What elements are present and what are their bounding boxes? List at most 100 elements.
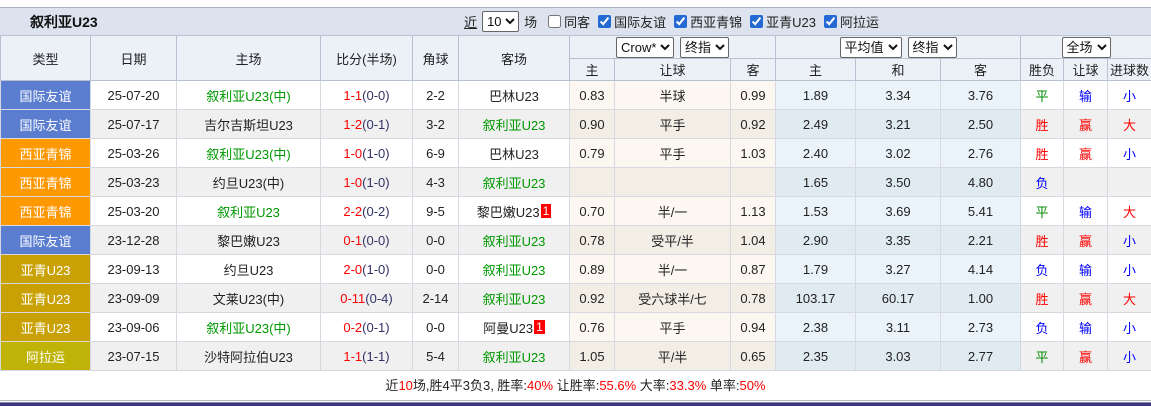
ah-away-odds: 0.92 [731, 110, 776, 139]
fulltime-score: 1-0 [343, 146, 362, 161]
result-overunder: 大 [1108, 284, 1151, 313]
away-team-link[interactable]: 巴林U23 [489, 147, 539, 162]
away-team-cell: 阿曼U231 [459, 313, 570, 342]
home-team-cell: 叙利亚U23(中) [177, 81, 321, 110]
home-team-link[interactable]: 约旦U23 [224, 263, 274, 278]
league-filter-checkbox[interactable] [750, 15, 763, 28]
result-overunder: 小 [1108, 226, 1151, 255]
result-overunder: 小 [1108, 313, 1151, 342]
bookmaker-select[interactable]: Crow* [616, 37, 674, 58]
eu-away-odds: 2.50 [941, 110, 1021, 139]
col-away: 客场 [459, 36, 570, 81]
match-row: 西亚青锦 25-03-23 约旦U23(中) 1-0(1-0) 4-3 叙利亚U… [1, 168, 1151, 197]
away-team-link[interactable]: 叙利亚U23 [483, 118, 546, 133]
match-row: 西亚青锦 25-03-26 叙利亚U23(中) 1-0(1-0) 6-9 巴林U… [1, 139, 1151, 168]
ah-away-odds: 1.04 [731, 226, 776, 255]
match-date: 23-09-09 [91, 284, 177, 313]
halftime-score: (0-2) [362, 204, 389, 219]
match-row: 国际友谊 25-07-20 叙利亚U23(中) 1-1(0-0) 2-2 巴林U… [1, 81, 1151, 110]
home-team-cell: 叙利亚U23(中) [177, 313, 321, 342]
col-eu-home: 主 [776, 59, 856, 81]
home-team-link[interactable]: 叙利亚U23 [217, 205, 280, 220]
away-team-link[interactable]: 叙利亚U23 [483, 234, 546, 249]
result-wdl: 胜 [1021, 226, 1064, 255]
result-overunder: 小 [1108, 255, 1151, 284]
match-date: 25-07-17 [91, 110, 177, 139]
home-team-link[interactable]: 叙利亚U23(中) [206, 89, 291, 104]
result-handicap: 输 [1064, 255, 1108, 284]
score-cell: 0-1(0-0) [321, 226, 413, 255]
ah-home-odds: 0.70 [570, 197, 615, 226]
footer-segment: 50% [740, 378, 766, 393]
ah-handicap-line: 半球 [615, 81, 731, 110]
recent-count-select[interactable]: 10 [482, 11, 519, 32]
eu-home-odds: 2.35 [776, 342, 856, 371]
ah-away-odds: 0.78 [731, 284, 776, 313]
ah-handicap-line: 平/半 [615, 342, 731, 371]
result-wdl: 胜 [1021, 110, 1064, 139]
home-team-link[interactable]: 黎巴嫩U23 [217, 234, 280, 249]
eu-stage-select[interactable]: 终指 [908, 37, 957, 58]
home-team-link[interactable]: 叙利亚U23(中) [206, 147, 291, 162]
match-type-badge: 亚青U23 [1, 255, 91, 284]
col-eu-draw: 和 [856, 59, 941, 81]
eu-source-select[interactable]: 平均值 [840, 37, 902, 58]
away-team-link[interactable]: 叙利亚U23 [483, 263, 546, 278]
result-scope-select[interactable]: 全场 [1062, 37, 1111, 58]
home-team-cell: 叙利亚U23(中) [177, 139, 321, 168]
match-date: 23-12-28 [91, 226, 177, 255]
match-date: 23-07-15 [91, 342, 177, 371]
col-score: 比分(半场) [321, 36, 413, 81]
home-team-link[interactable]: 文莱U23(中) [213, 292, 285, 307]
match-type-badge: 亚青U23 [1, 313, 91, 342]
ah-home-odds: 0.90 [570, 110, 615, 139]
ah-handicap-line: 半/一 [615, 197, 731, 226]
home-team-link[interactable]: 约旦U23(中) [213, 176, 285, 191]
league-filter-checkbox[interactable] [824, 15, 837, 28]
eu-away-odds: 4.80 [941, 168, 1021, 197]
away-extra-badge[interactable]: 1 [534, 320, 545, 334]
league-filter-checkbox[interactable] [674, 15, 687, 28]
away-team-link[interactable]: 黎巴嫩U23 [477, 205, 540, 220]
home-team-cell: 约旦U23 [177, 255, 321, 284]
summary-line: 近10场,胜4平3负3, 胜率:40% 让胜率:55.6% 大率:33.3% 单… [0, 371, 1151, 400]
ah-handicap-line: 平手 [615, 139, 731, 168]
league-filter-checkbox[interactable] [598, 15, 611, 28]
home-team-link[interactable]: 叙利亚U23(中) [206, 321, 291, 336]
away-extra-badge[interactable]: 1 [541, 204, 552, 218]
matches-tbody: 国际友谊 25-07-20 叙利亚U23(中) 1-1(0-0) 2-2 巴林U… [1, 81, 1151, 371]
home-team-link[interactable]: 沙特阿拉伯U23 [204, 350, 293, 365]
eu-home-odds: 1.89 [776, 81, 856, 110]
home-team-link[interactable]: 吉尔吉斯坦U23 [204, 118, 293, 133]
fulltime-score: 0-1 [343, 233, 362, 248]
match-type-badge: 西亚青锦 [1, 197, 91, 226]
col-res-ou: 进球数 [1108, 59, 1151, 81]
matches-label: 场 [524, 12, 537, 31]
eu-draw-odds: 3.21 [856, 110, 941, 139]
corner-score: 9-5 [413, 197, 459, 226]
away-team-link[interactable]: 巴林U23 [489, 89, 539, 104]
league-filter-checkbox[interactable] [548, 15, 561, 28]
eu-draw-odds: 60.17 [856, 284, 941, 313]
away-team-link[interactable]: 叙利亚U23 [483, 350, 546, 365]
halftime-score: (1-1) [362, 349, 389, 364]
ah-stage-select[interactable]: 终指 [680, 37, 729, 58]
footer-segment: 40% [527, 378, 553, 393]
col-res-wdl: 胜负 [1021, 59, 1064, 81]
ah-home-odds: 0.89 [570, 255, 615, 284]
home-team-cell: 叙利亚U23 [177, 197, 321, 226]
top-spacer [0, 0, 1151, 7]
recent-label[interactable]: 近 [464, 12, 477, 31]
league-filter-label: 西亚青锦 [690, 12, 742, 31]
away-team-cell: 叙利亚U23 [459, 226, 570, 255]
result-wdl: 平 [1021, 81, 1064, 110]
eu-draw-odds: 3.27 [856, 255, 941, 284]
ah-handicap-line: 受平/半 [615, 226, 731, 255]
eu-draw-odds: 3.69 [856, 197, 941, 226]
result-handicap: 输 [1064, 81, 1108, 110]
away-team-link[interactable]: 叙利亚U23 [483, 292, 546, 307]
result-select-cell: 全场 [1021, 36, 1151, 59]
away-team-link[interactable]: 阿曼U23 [483, 321, 533, 336]
away-team-link[interactable]: 叙利亚U23 [483, 176, 546, 191]
match-date: 23-09-13 [91, 255, 177, 284]
